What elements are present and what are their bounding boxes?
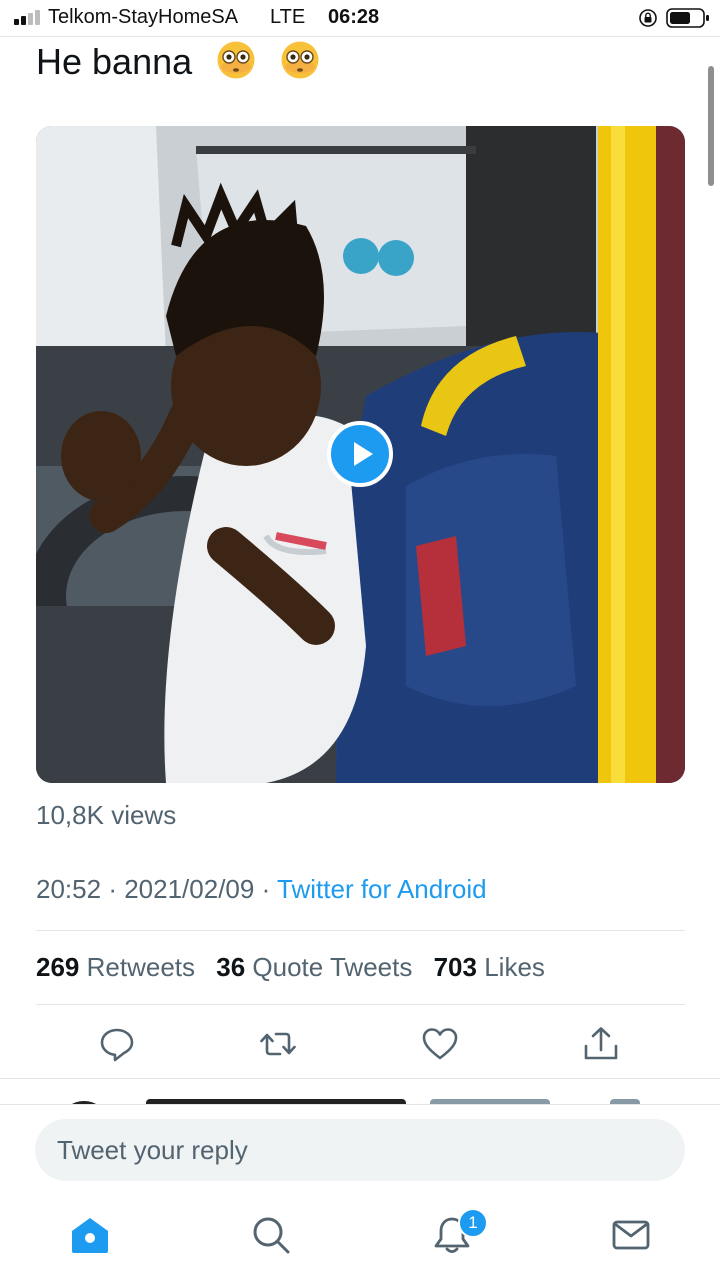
play-button[interactable] (327, 421, 393, 487)
divider (36, 1004, 685, 1005)
reply-input[interactable]: Tweet your reply (35, 1119, 685, 1181)
tweet-time: 20:52 (36, 874, 102, 904)
tweet-text: He banna (36, 40, 320, 83)
engagement-stats: 269 Retweets 36 Quote Tweets 703 Likes (36, 952, 545, 983)
tab-home[interactable] (69, 1214, 111, 1256)
quote-tweets-stat[interactable]: 36 Quote Tweets (216, 952, 412, 982)
reply-button[interactable] (97, 1024, 137, 1064)
battery-icon (666, 8, 709, 28)
retweet-icon (260, 1032, 296, 1056)
play-icon (354, 442, 373, 466)
retweets-stat[interactable]: 269 Retweets (36, 952, 195, 982)
meta-separator: · (261, 874, 271, 904)
view-count-label: views (111, 800, 177, 830)
flushed-face-emoji (217, 41, 255, 79)
share-button[interactable] (581, 1024, 621, 1064)
network-type: LTE (270, 6, 306, 28)
notification-badge: 1 (458, 1208, 488, 1238)
retweet-button[interactable] (258, 1024, 298, 1064)
bottom-tab-bar (0, 1194, 720, 1280)
search-icon (253, 1217, 290, 1254)
tweet-meta: 20:52 · 2021/02/09 · Twitter for Android (36, 874, 487, 905)
view-count-value: 10,8K (36, 800, 104, 830)
scrollbar[interactable] (708, 66, 714, 186)
status-bar: Telkom-StayHomeSA LTE 06:28 (0, 0, 720, 37)
likes-count: 703 (433, 952, 477, 982)
tab-messages[interactable] (610, 1214, 652, 1256)
like-button[interactable] (420, 1024, 460, 1064)
divider (36, 930, 685, 931)
tab-search[interactable] (250, 1214, 292, 1256)
messages-icon (612, 1220, 650, 1250)
tweet-date: 2021/02/09 (124, 874, 255, 904)
tweet-text-content: He banna (36, 41, 193, 82)
tweet-source-link[interactable]: Twitter for Android (277, 874, 487, 904)
quote-tweets-label: Quote Tweets (252, 952, 413, 982)
likes-stat[interactable]: 703 Likes (434, 952, 545, 982)
share-icon (584, 1027, 618, 1060)
retweets-label: Retweets (86, 952, 196, 982)
quote-tweets-count: 36 (216, 952, 246, 982)
tweet-video[interactable] (36, 126, 685, 783)
view-count: 10,8K views (36, 800, 176, 831)
status-time: 06:28 (328, 6, 380, 28)
home-icon (72, 1218, 108, 1253)
carrier-name: Telkom-StayHomeSA (48, 6, 239, 28)
meta-separator: · (108, 874, 117, 904)
signal-strength-icon (14, 9, 44, 25)
flushed-face-emoji (281, 41, 319, 79)
likes-label: Likes (484, 952, 545, 982)
reply-icon (100, 1028, 134, 1062)
retweets-count: 269 (36, 952, 80, 982)
like-icon (422, 1028, 458, 1060)
rotation-lock-icon (639, 9, 657, 27)
